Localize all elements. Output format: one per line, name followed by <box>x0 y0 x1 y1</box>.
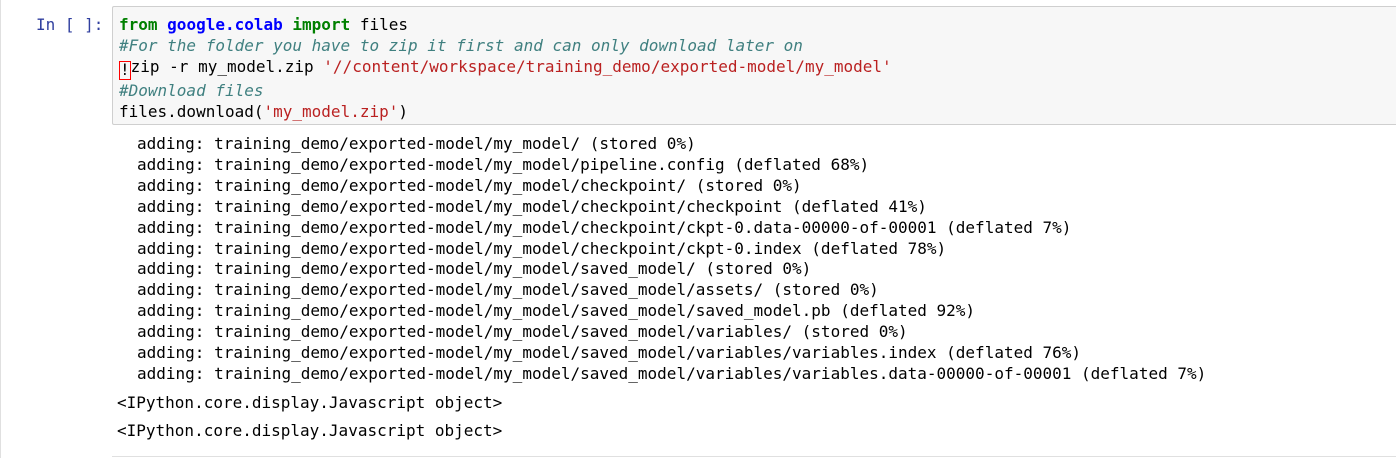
code-line-4-comment: #Download files <box>119 81 264 100</box>
output-line: adding: training_demo/exported-model/my_… <box>137 259 812 279</box>
shell-bang-marker: ! <box>119 60 131 80</box>
cell-bottom-divider <box>112 456 1396 457</box>
code-line-1: from google.colab import files <box>119 15 408 34</box>
javascript-object-output: <IPython.core.display.Javascript object> <box>117 393 503 412</box>
code-editor[interactable]: from google.colab import files #For the … <box>119 14 892 122</box>
cell-output-stream: adding: training_demo/exported-model/my_… <box>137 134 1206 385</box>
code-line-3: !zip -r my_model.zip '//content/workspac… <box>119 57 892 80</box>
output-line: adding: training_demo/exported-model/my_… <box>137 217 1072 237</box>
output-line: adding: training_demo/exported-model/my_… <box>137 343 1082 363</box>
keyword-import: import <box>292 15 351 34</box>
module-name: google.colab <box>167 15 283 34</box>
output-line: adding: training_demo/exported-model/my_… <box>137 322 908 342</box>
shell-command: zip -r my_model.zip <box>130 57 324 76</box>
output-line: adding: training_demo/exported-model/my_… <box>137 238 947 258</box>
download-filename-string: 'my_model.zip' <box>263 102 399 121</box>
input-prompt: In [ ]: <box>36 15 104 34</box>
code-line-5: files.download('my_model.zip') <box>119 102 408 121</box>
import-target: files <box>350 15 408 34</box>
zip-path-string: '//content/workspace/training_demo/expor… <box>323 57 892 76</box>
download-call-close: ) <box>398 102 408 121</box>
download-call: files.download( <box>119 102 264 121</box>
notebook-left-border <box>0 0 1 458</box>
output-line: adding: training_demo/exported-model/my_… <box>137 196 927 216</box>
output-line: adding: training_demo/exported-model/my_… <box>137 363 1207 383</box>
output-line: adding: training_demo/exported-model/my_… <box>137 280 879 300</box>
keyword-from: from <box>119 15 158 34</box>
output-line: adding: training_demo/exported-model/my_… <box>137 134 696 153</box>
code-line-2-comment: #For the folder you have to zip it first… <box>119 36 803 55</box>
output-line: adding: training_demo/exported-model/my_… <box>137 175 802 195</box>
code-cell-input[interactable]: from google.colab import files #For the … <box>112 6 1396 125</box>
output-line: adding: training_demo/exported-model/my_… <box>137 301 976 321</box>
output-line: adding: training_demo/exported-model/my_… <box>137 154 870 174</box>
javascript-object-output: <IPython.core.display.Javascript object> <box>117 421 503 440</box>
